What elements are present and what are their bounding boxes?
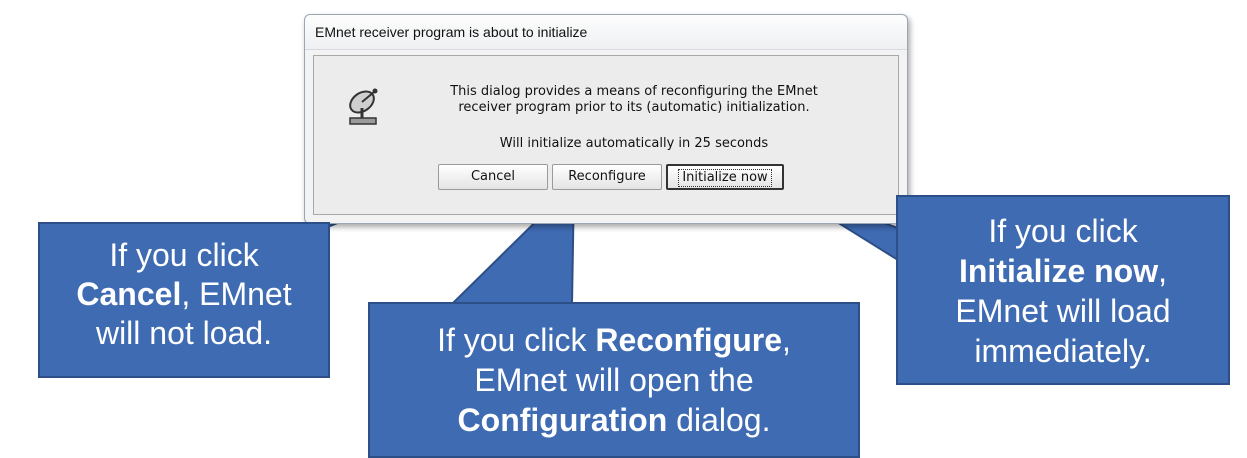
callout-cancel-bold: Cancel [76, 276, 182, 312]
callout-initialize-line4: immediately. [974, 333, 1152, 369]
satellite-dish-icon [349, 88, 378, 125]
dialog-message: This dialog provides a means of reconfig… [394, 84, 874, 116]
callout-initialize-line1: If you click [988, 213, 1138, 249]
callout-cancel: If you click Cancel, EMnet will not load… [38, 222, 330, 378]
callout-cancel-line2: Cancel, EMnet [40, 275, 328, 314]
initialize-now-label: Initialize now [678, 169, 772, 187]
dialog-title: EMnet receiver program is about to initi… [315, 24, 588, 40]
initialize-now-button[interactable]: Initialize now [666, 164, 784, 190]
title-bar[interactable]: EMnet receiver program is about to initi… [305, 15, 907, 50]
callout-reconfigure-after: , [782, 322, 791, 358]
countdown-text: Will initialize automatically in 25 seco… [499, 136, 769, 151]
callout-reconfigure-line2: EMnet will open the [474, 362, 754, 398]
callout-initialize-line3: EMnet will load [955, 293, 1171, 329]
cancel-button[interactable]: Cancel [438, 164, 548, 190]
callout-initialize-line2: Initialize now, [898, 251, 1228, 291]
callout-reconfigure-line1: If you click Reconfigure, [370, 320, 858, 360]
callout-reconfigure-before: If you click [437, 322, 596, 358]
callout-reconfigure-line3: Configuration dialog. [370, 400, 858, 440]
reconfigure-button[interactable]: Reconfigure [552, 164, 662, 190]
callout-cancel-line1: If you click [109, 237, 259, 273]
message-line-2: receiver program prior to its (automatic… [458, 100, 810, 115]
emnet-init-dialog: EMnet receiver program is about to initi… [304, 14, 908, 224]
callout-reconfigure-bold2: Configuration [457, 402, 668, 438]
callout-initialize-after: , [1158, 253, 1167, 289]
callout-cancel-after: , EMnet [181, 276, 292, 312]
callout-cancel-line3: will not load. [95, 315, 273, 351]
dialog-body: This dialog provides a means of reconfig… [313, 55, 899, 215]
callout-reconfigure-bold: Reconfigure [595, 322, 783, 358]
callout-reconfigure: If you click Reconfigure, EMnet will ope… [368, 302, 860, 458]
callout-reconfigure-after2: dialog. [667, 402, 771, 438]
callout-initialize: If you click Initialize now, EMnet will … [896, 195, 1230, 385]
callout-initialize-bold: Initialize now [958, 253, 1159, 289]
message-line-1: This dialog provides a means of reconfig… [450, 84, 818, 99]
